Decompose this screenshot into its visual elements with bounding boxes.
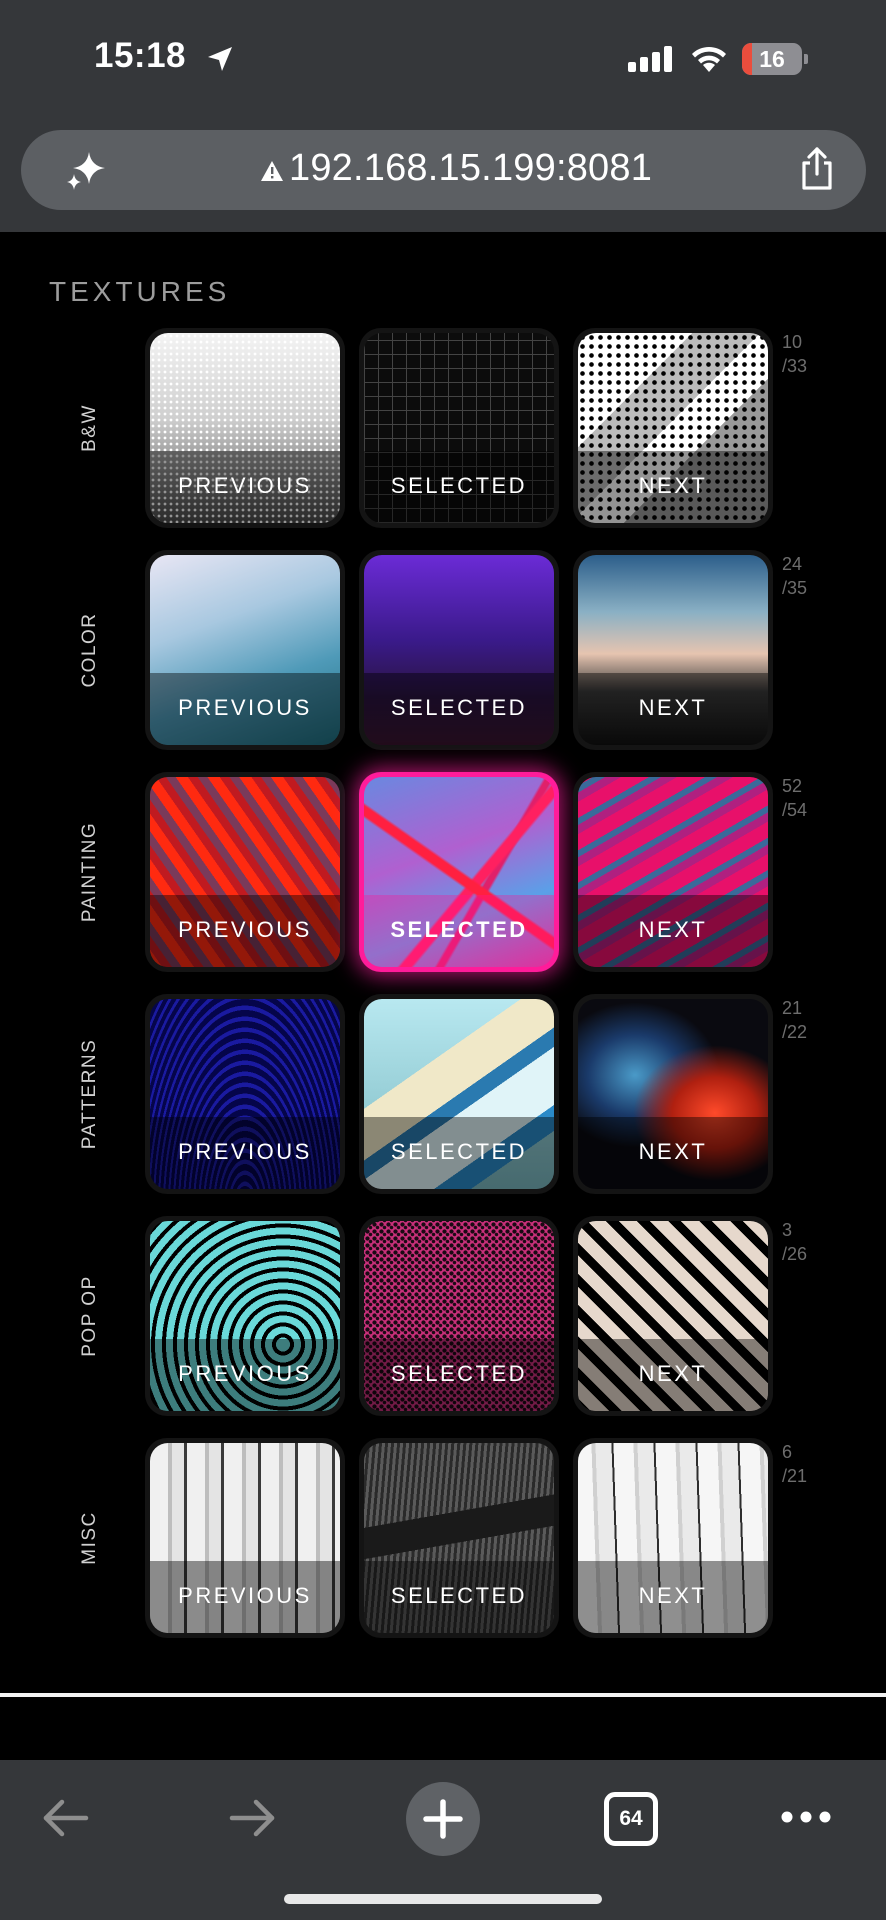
counter-index: 21 (782, 998, 803, 1018)
counter-total: /21 (782, 1466, 808, 1486)
tile-selected[interactable]: SELECTED (359, 1216, 559, 1416)
tile-next[interactable]: NEXT (573, 994, 773, 1194)
back-arrow-icon[interactable] (40, 1796, 92, 1840)
tile-previous[interactable]: PREVIOUS (145, 994, 345, 1194)
tile-label: SELECTED (390, 1139, 528, 1164)
tile-label: PREVIOUS (178, 695, 312, 720)
tile-previous[interactable]: PREVIOUS (145, 772, 345, 972)
texture-row-pop-op: POP OP PREVIOUS SELECTED NEXT 3 /26 (0, 1216, 886, 1416)
tile-label: NEXT (638, 1361, 708, 1386)
plus-icon (423, 1799, 463, 1839)
tile-next[interactable]: NEXT (573, 328, 773, 528)
tile-selected[interactable]: SELECTED (359, 550, 559, 750)
row-counter: 3 /26 (782, 1218, 807, 1266)
tile-selected[interactable]: SELECTED (359, 772, 559, 972)
tile-next[interactable]: NEXT (573, 550, 773, 750)
row-label: POP OP (79, 1275, 100, 1357)
row-counter: 24 /35 (782, 552, 807, 600)
cellular-signal-icon (628, 46, 672, 72)
counter-total: /35 (782, 578, 808, 598)
tile-next[interactable]: NEXT (573, 772, 773, 972)
battery-icon: 16 (742, 43, 808, 75)
tile-previous[interactable]: PREVIOUS (145, 550, 345, 750)
tile-label: NEXT (638, 695, 708, 720)
tile-next[interactable]: NEXT (573, 1438, 773, 1638)
tile-label: NEXT (638, 473, 708, 498)
tile-selected[interactable]: SELECTED (359, 328, 559, 528)
new-tab-button[interactable] (406, 1782, 480, 1856)
share-icon[interactable] (797, 146, 837, 192)
tile-label: PREVIOUS (178, 473, 312, 498)
row-label: MISC (79, 1511, 100, 1565)
counter-index: 24 (782, 554, 803, 574)
address-bar[interactable]: 192.168.15.199:8081 (21, 130, 866, 210)
tile-label: PREVIOUS (178, 1583, 312, 1608)
tile-label: SELECTED (390, 695, 528, 720)
tabs-count: 64 (619, 1807, 643, 1830)
texture-row-bw: B&W PREVIOUS SELECTED NEXT 10 /33 (0, 328, 886, 528)
battery-level: 16 (759, 46, 785, 72)
counter-total: /26 (782, 1244, 808, 1264)
tile-label: PREVIOUS (178, 1139, 312, 1164)
texture-row-patterns: PATTERNS PREVIOUS SELECTED NEXT 21 /22 (0, 994, 886, 1194)
counter-index: 10 (782, 332, 803, 352)
tile-label: NEXT (638, 917, 708, 942)
tabs-icon[interactable]: 64 (604, 1792, 658, 1846)
row-counter: 6 /21 (782, 1440, 807, 1488)
row-counter: 21 /22 (782, 996, 807, 1044)
sparkle-icon[interactable] (65, 150, 107, 192)
browser-toolbar: 64 (0, 1760, 886, 1920)
page-divider (0, 1693, 886, 1697)
row-label: COLOR (79, 612, 100, 688)
tile-label: SELECTED (390, 1361, 528, 1386)
tile-previous[interactable]: PREVIOUS (145, 1216, 345, 1416)
url-text[interactable]: 192.168.15.199:8081 (289, 147, 652, 190)
texture-row-misc: MISC PREVIOUS SELECTED NEXT 6 /21 (0, 1438, 886, 1638)
browser-top-chrome: 15:18 16 192.168.15.199:8081 (0, 0, 886, 232)
row-counter: 10 /33 (782, 330, 807, 378)
tile-label: PREVIOUS (178, 917, 312, 942)
wifi-icon (692, 46, 726, 72)
row-label: B&W (79, 404, 100, 452)
tile-selected[interactable]: SELECTED (359, 1438, 559, 1638)
status-time: 15:18 (94, 36, 187, 75)
row-label: PATTERNS (79, 1038, 100, 1150)
counter-total: /33 (782, 356, 808, 376)
more-icon[interactable] (780, 1802, 832, 1832)
tile-previous[interactable]: PREVIOUS (145, 328, 345, 528)
tile-label: PREVIOUS (178, 1361, 312, 1386)
counter-total: /22 (782, 1022, 808, 1042)
section-title: TEXTURES (49, 276, 231, 307)
counter-index: 3 (782, 1220, 793, 1240)
texture-row-color: COLOR PREVIOUS SELECTED NEXT 24 /35 (0, 550, 886, 750)
row-counter: 52 /54 (782, 774, 807, 822)
home-indicator (284, 1894, 602, 1904)
location-arrow-icon (208, 47, 232, 71)
tile-label: NEXT (638, 1139, 708, 1164)
texture-row-painting: PAINTING PREVIOUS SELECTED NEXT 52 /54 (0, 772, 886, 972)
row-label: PAINTING (79, 821, 100, 923)
counter-index: 6 (782, 1442, 793, 1462)
forward-arrow-icon[interactable] (226, 1796, 278, 1840)
tile-label: SELECTED (390, 917, 528, 942)
warning-icon (261, 161, 283, 181)
tile-label: SELECTED (390, 1583, 528, 1608)
tile-next[interactable]: NEXT (573, 1216, 773, 1416)
tile-previous[interactable]: PREVIOUS (145, 1438, 345, 1638)
counter-total: /54 (782, 800, 808, 820)
tile-selected[interactable]: SELECTED (359, 994, 559, 1194)
tile-label: NEXT (638, 1583, 708, 1608)
tile-label: SELECTED (390, 473, 528, 498)
counter-index: 52 (782, 776, 803, 796)
